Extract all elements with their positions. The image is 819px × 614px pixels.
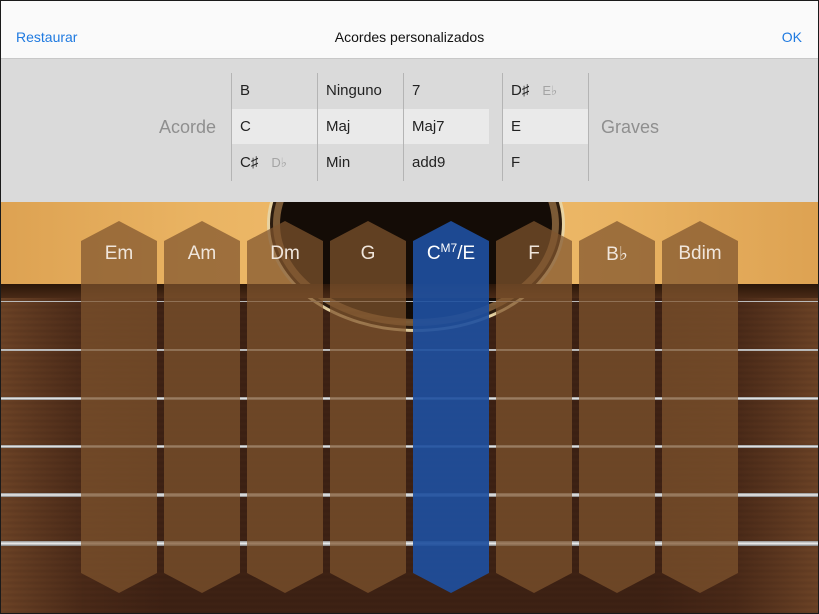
chord-strip-shape bbox=[247, 221, 323, 593]
nav-bar: Restaurar Acordes personalizados OK bbox=[1, 1, 818, 59]
picker-row[interactable]: 7 bbox=[404, 73, 489, 108]
chord-strip[interactable]: B♭ bbox=[579, 221, 655, 593]
picker-row[interactable]: C♯ D♭ bbox=[232, 145, 317, 180]
guitar-fretboard: Em Am Dm G CM7/E F B♭ Bdim bbox=[1, 202, 818, 613]
chord-strip[interactable]: CM7/E bbox=[413, 221, 489, 593]
chord-strip[interactable]: F bbox=[496, 221, 572, 593]
chord-strip-shape bbox=[330, 221, 406, 593]
app-window: Restaurar Acordes personalizados OK Acor… bbox=[0, 0, 819, 614]
chord-strip-shape bbox=[579, 221, 655, 593]
chord-label: B♭ bbox=[606, 244, 628, 265]
ok-button[interactable]: OK bbox=[782, 29, 802, 45]
picker-row[interactable]: F bbox=[503, 145, 588, 180]
picker-column-extension[interactable]: 7 Maj7 add9 bbox=[403, 73, 489, 181]
picker-row-selected[interactable]: Maj7 bbox=[404, 109, 489, 144]
picker-row-selected[interactable]: Maj bbox=[318, 109, 403, 144]
chord-strip[interactable]: Bdim bbox=[662, 221, 738, 593]
picker-column-quality[interactable]: Ninguno Maj Min bbox=[317, 73, 403, 181]
picker-row[interactable]: add9 bbox=[404, 145, 489, 180]
chord-strip[interactable]: Am bbox=[164, 221, 240, 593]
chord-strip[interactable]: G bbox=[330, 221, 406, 593]
picker-row-selected[interactable]: C bbox=[232, 109, 317, 144]
chord-strip-shape bbox=[662, 221, 738, 593]
picker-row[interactable]: D♯ E♭ bbox=[503, 73, 588, 108]
chord-picker: Acorde B C C♯ D♭ Ninguno Maj Min 7 Maj7 a… bbox=[1, 59, 818, 202]
enharmonic-alt: E♭ bbox=[542, 83, 558, 98]
chord-strip-shape bbox=[164, 221, 240, 593]
page-title: Acordes personalizados bbox=[334, 29, 485, 45]
picker-row[interactable]: Ninguno bbox=[318, 73, 403, 108]
chord-label: Am bbox=[187, 243, 217, 264]
chord-label: F bbox=[528, 243, 540, 264]
chord-strip-shape bbox=[496, 221, 572, 593]
picker-row-selected[interactable]: E bbox=[503, 109, 588, 144]
chord-strip[interactable]: Em bbox=[81, 221, 157, 593]
chord-label: Acorde bbox=[159, 117, 217, 137]
picker-column-bass[interactable]: D♯ E♭ E F bbox=[502, 73, 589, 181]
enharmonic-alt: D♭ bbox=[271, 155, 287, 170]
picker-column-root[interactable]: B C C♯ D♭ bbox=[231, 73, 317, 181]
chord-label: Bdim bbox=[678, 243, 722, 264]
picker-row[interactable]: B bbox=[232, 73, 317, 108]
chord-label: Em bbox=[104, 243, 134, 264]
chord-strip-shape bbox=[413, 221, 489, 593]
chord-label: Dm bbox=[270, 243, 300, 264]
picker-row[interactable]: Min bbox=[318, 145, 403, 180]
chord-strip[interactable]: Dm bbox=[247, 221, 323, 593]
chord-label: G bbox=[360, 243, 376, 264]
chord-label: CM7/E bbox=[426, 241, 476, 264]
bass-label: Graves bbox=[601, 117, 660, 137]
chord-strip-shape bbox=[81, 221, 157, 593]
